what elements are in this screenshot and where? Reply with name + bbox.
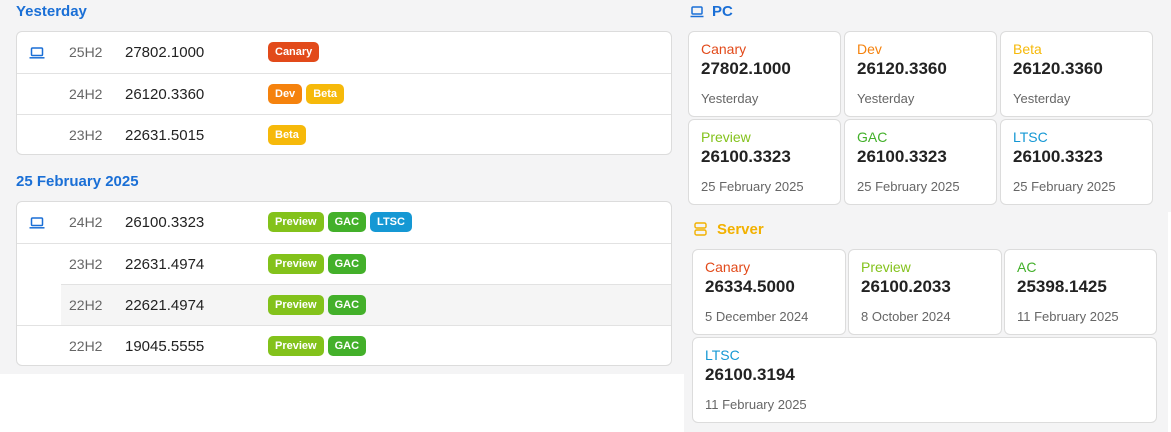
build-version: 24H2 [69, 86, 103, 102]
channel-badge-beta[interactable]: Beta [306, 84, 345, 104]
channel-badges: Dev Beta [268, 84, 345, 104]
tile-date: 25 February 2025 [1013, 179, 1116, 194]
tile-build: 26100.3323 [1013, 147, 1103, 166]
channel-badges: Preview GAC [268, 254, 367, 274]
pc-tile-beta[interactable]: Beta 26120.3360 Yesterday [1000, 31, 1153, 117]
build-number: 26120.3360 [125, 86, 205, 103]
build-row[interactable]: 22H2 22621.4974 Preview GAC [61, 284, 671, 326]
server-section-title: Server [717, 221, 764, 238]
tile-channel: GAC [857, 129, 888, 145]
tile-build: 27802.1000 [701, 59, 791, 78]
laptop-icon [29, 216, 45, 229]
tile-build: 26100.3323 [857, 147, 947, 166]
build-version: 22H2 [69, 297, 103, 313]
history-card: 25H2 27802.1000 Canary 24H2 26120.3360 Dev Bet… [16, 31, 672, 155]
history-card: 24H2 26100.3323 Preview GAC LTSC 23H2 22631.49… [16, 201, 672, 366]
tile-date: Yesterday [857, 91, 915, 106]
laptop-icon [29, 46, 45, 59]
build-row[interactable]: 22H2 19045.5555 Preview GAC [17, 325, 671, 367]
channel-badge-beta[interactable]: Beta [268, 125, 306, 145]
tile-channel: Preview [701, 129, 751, 145]
channel-badge-preview[interactable]: Preview [268, 254, 324, 274]
build-number: 26100.3323 [125, 214, 205, 231]
group-title-25-february-2025: 25 February 2025 [16, 173, 139, 190]
server-tile-ltsc[interactable]: LTSC 26100.3194 11 February 2025 [692, 337, 1157, 423]
tile-build: 25398.1425 [1017, 277, 1107, 296]
group-title-yesterday: Yesterday [16, 3, 87, 20]
channel-badges: Preview GAC [268, 295, 367, 315]
tile-channel: LTSC [705, 347, 740, 363]
server-tile-ac[interactable]: AC 25398.1425 11 February 2025 [1004, 249, 1157, 335]
tile-channel: Preview [861, 259, 911, 275]
tile-date: Yesterday [1013, 91, 1071, 106]
tile-channel: Canary [701, 41, 747, 57]
tile-build: 26100.3323 [701, 147, 791, 166]
laptop-icon [690, 6, 704, 18]
build-number: 22631.4974 [125, 256, 205, 273]
pc-tile-dev[interactable]: Dev 26120.3360 Yesterday [844, 31, 997, 117]
tile-date: 25 February 2025 [701, 179, 804, 194]
pc-section-title: PC [712, 3, 733, 20]
channel-badge-preview[interactable]: Preview [268, 295, 324, 315]
pc-tile-canary[interactable]: Canary 27802.1000 Yesterday [688, 31, 841, 117]
pc-tile-preview[interactable]: Preview 26100.3323 25 February 2025 [688, 119, 841, 205]
tile-date: 8 October 2024 [861, 309, 951, 324]
channel-badge-gac[interactable]: GAC [327, 295, 367, 315]
tile-channel: AC [1017, 259, 1037, 275]
build-version: 23H2 [69, 127, 103, 143]
channel-badge-ltsc[interactable]: LTSC [370, 212, 412, 232]
build-row[interactable]: 24H2 26100.3323 Preview GAC LTSC [17, 202, 671, 243]
tile-channel: Canary [705, 259, 751, 275]
build-version: 22H2 [69, 338, 103, 354]
build-row[interactable]: 24H2 26120.3360 Dev Beta [17, 73, 671, 115]
channel-badge-dev[interactable]: Dev [268, 84, 303, 104]
channel-badges: Canary [268, 42, 320, 62]
build-version: 24H2 [69, 214, 103, 230]
tile-build: 26334.5000 [705, 277, 795, 296]
server-tile-canary[interactable]: Canary 26334.5000 5 December 2024 [692, 249, 846, 335]
tile-date: 25 February 2025 [857, 179, 960, 194]
build-number: 19045.5555 [125, 338, 205, 355]
pc-tile-gac[interactable]: GAC 26100.3323 25 February 2025 [844, 119, 997, 205]
build-row[interactable]: 23H2 22631.5015 Beta [17, 114, 671, 156]
tile-build: 26100.2033 [861, 277, 951, 296]
build-version: 23H2 [69, 256, 103, 272]
tile-date: 11 February 2025 [1017, 309, 1119, 324]
channel-badge-gac[interactable]: GAC [327, 336, 367, 356]
build-version: 25H2 [69, 44, 103, 60]
tile-channel: Dev [857, 41, 882, 57]
channel-badge-preview[interactable]: Preview [268, 336, 324, 356]
channel-badge-gac[interactable]: GAC [327, 254, 367, 274]
channel-badges: Preview GAC [268, 336, 367, 356]
server-icon [694, 222, 707, 236]
build-number: 27802.1000 [125, 44, 205, 61]
channel-badges: Beta [268, 125, 306, 145]
tile-build: 26120.3360 [857, 59, 947, 78]
tile-date: Yesterday [701, 91, 759, 106]
channel-badge-canary[interactable]: Canary [268, 42, 320, 62]
channel-badge-preview[interactable]: Preview [268, 212, 324, 232]
tile-build: 26100.3194 [705, 365, 795, 384]
channel-badge-gac[interactable]: GAC [327, 212, 367, 232]
tile-build: 26120.3360 [1013, 59, 1103, 78]
tile-channel: LTSC [1013, 129, 1048, 145]
tile-date: 5 December 2024 [705, 309, 809, 324]
server-tile-preview[interactable]: Preview 26100.2033 8 October 2024 [848, 249, 1002, 335]
tile-date: 11 February 2025 [705, 397, 807, 412]
channel-badges: Preview GAC LTSC [268, 212, 412, 232]
pc-tile-ltsc[interactable]: LTSC 26100.3323 25 February 2025 [1000, 119, 1153, 205]
build-number: 22621.4974 [125, 297, 205, 314]
build-row[interactable]: 23H2 22631.4974 Preview GAC [17, 243, 671, 285]
build-number: 22631.5015 [125, 127, 205, 144]
tile-channel: Beta [1013, 41, 1042, 57]
build-row[interactable]: 25H2 27802.1000 Canary [17, 32, 671, 73]
